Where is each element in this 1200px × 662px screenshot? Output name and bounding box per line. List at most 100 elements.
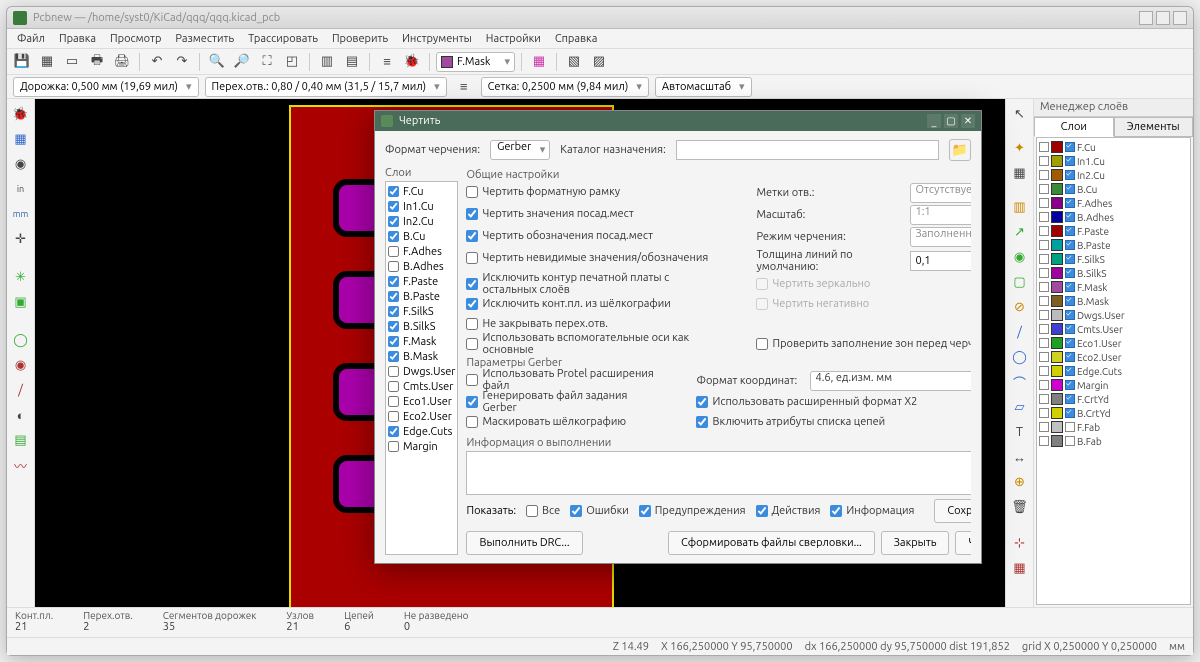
- layer-row[interactable]: Edge.Cuts: [1039, 364, 1188, 378]
- output-dir-input[interactable]: [676, 140, 939, 160]
- layer-row[interactable]: F.Fab: [1039, 420, 1188, 434]
- plot-layer-item[interactable]: B.Adhes: [388, 259, 455, 274]
- drc-icon[interactable]: 🐞: [401, 51, 423, 73]
- polar-icon[interactable]: ◉: [10, 153, 32, 175]
- zoom-in-icon[interactable]: 🔍: [206, 51, 228, 73]
- add-text-icon[interactable]: T: [1009, 421, 1031, 443]
- layer-row[interactable]: Eco2.User: [1039, 350, 1188, 364]
- menu-inspect[interactable]: Проверить: [326, 31, 394, 47]
- layer-row[interactable]: In1.Cu: [1039, 154, 1188, 168]
- chk-refs[interactable]: [466, 230, 478, 242]
- footprint-editor-icon[interactable]: ▥: [316, 51, 338, 73]
- chk-netlist[interactable]: [696, 416, 708, 428]
- plot-format-dropdown[interactable]: Gerber: [490, 140, 550, 160]
- board-setup-icon[interactable]: ▦: [36, 51, 58, 73]
- plot-layer-item[interactable]: F.Paste: [388, 274, 455, 289]
- plot-button[interactable]: Чертить: [955, 531, 971, 555]
- layer-row[interactable]: B.CrtYd: [1039, 406, 1188, 420]
- menu-file[interactable]: Файл: [11, 31, 51, 47]
- sheet-icon[interactable]: ▭: [61, 51, 83, 73]
- generate-drill-button[interactable]: Сформировать файлы сверловки...: [668, 531, 875, 555]
- chk-values[interactable]: [466, 208, 478, 220]
- local-ratsnest-icon[interactable]: ▦: [1009, 162, 1031, 184]
- highlight-net-icon[interactable]: ✦: [1009, 137, 1031, 159]
- plot-layer-item[interactable]: In2.Cu: [388, 214, 455, 229]
- pad-display-icon[interactable]: ◯: [10, 329, 32, 351]
- plot-layer-item[interactable]: B.Mask: [388, 349, 455, 364]
- close-button[interactable]: [1173, 11, 1187, 25]
- layer-list[interactable]: F.CuIn1.CuIn2.CuB.CuF.AdhesB.AdhesF.Past…: [1036, 137, 1191, 605]
- add-keepout-icon[interactable]: ⊘: [1009, 296, 1031, 318]
- layer-row[interactable]: B.SilkS: [1039, 266, 1188, 280]
- fill-zones-icon[interactable]: ▣: [10, 291, 32, 313]
- plot-layer-item[interactable]: B.Paste: [388, 289, 455, 304]
- chk-show-all[interactable]: [526, 505, 538, 517]
- layer-row[interactable]: F.SilkS: [1039, 252, 1188, 266]
- contrast-icon[interactable]: ◐: [10, 404, 32, 426]
- run-drc-button[interactable]: Выполнить DRC...: [466, 531, 582, 555]
- microwave-icon[interactable]: 〰: [10, 454, 32, 476]
- grid-dropdown[interactable]: Сетка: 0,2500 мм (9,84 мил)▾: [481, 77, 649, 97]
- menu-view[interactable]: Просмотр: [104, 31, 167, 47]
- plot-layer-item[interactable]: B.SilkS: [388, 319, 455, 334]
- save-icon[interactable]: 💾: [11, 51, 33, 73]
- plot-layer-item[interactable]: Cmts.User: [388, 379, 455, 394]
- drc-icon-left[interactable]: 🐞: [10, 103, 32, 125]
- layer-row[interactable]: Eco1.User: [1039, 336, 1188, 350]
- chk-no-tent[interactable]: [466, 318, 478, 330]
- plot-layer-item[interactable]: Margin: [388, 439, 455, 454]
- menu-edit[interactable]: Правка: [53, 31, 102, 47]
- route-track-icon[interactable]: ↗: [1009, 221, 1031, 243]
- units-mm-icon[interactable]: mm: [10, 203, 32, 225]
- draw-poly-icon[interactable]: ▱: [1009, 396, 1031, 418]
- grid-origin-icon[interactable]: ▦: [1009, 557, 1031, 579]
- plot-layer-item[interactable]: B.Cu: [388, 229, 455, 244]
- plot-layer-item[interactable]: Edge.Cuts: [388, 424, 455, 439]
- layer-row[interactable]: B.Paste: [1039, 238, 1188, 252]
- zoom-out-icon[interactable]: 🔎: [231, 51, 253, 73]
- chk-show-warnings[interactable]: [639, 505, 651, 517]
- maximize-button[interactable]: [1156, 11, 1170, 25]
- menu-help[interactable]: Справка: [549, 31, 604, 47]
- zoom-fit-icon[interactable]: ⛶: [256, 51, 278, 73]
- track-width-dropdown[interactable]: Дорожка: 0,500 мм (19,69 мил)▾: [13, 77, 199, 97]
- chk-x2[interactable]: [696, 396, 708, 408]
- chk-use-aux[interactable]: [466, 338, 478, 350]
- place-origin-icon[interactable]: ⊹: [1009, 532, 1031, 554]
- chk-show-errors[interactable]: [570, 505, 582, 517]
- netlist-icon[interactable]: ≡: [376, 51, 398, 73]
- layer-row[interactable]: F.Paste: [1039, 224, 1188, 238]
- add-dimension-icon[interactable]: ↔: [1009, 446, 1031, 468]
- drill-marks-dropdown[interactable]: Отсутствует: [910, 183, 971, 203]
- chk-tent-silk[interactable]: [466, 416, 478, 428]
- plot-layer-item[interactable]: Dwgs.User: [388, 364, 455, 379]
- chk-exclude-edge[interactable]: [466, 278, 478, 290]
- browse-button[interactable]: 📁: [949, 139, 971, 161]
- zoom-dropdown[interactable]: Автомасштаб▾: [655, 77, 752, 97]
- chk-exclude-silk-pads[interactable]: [466, 298, 478, 310]
- plot-layers-list[interactable]: F.CuIn1.CuIn2.CuB.CuF.AdhesB.AdhesF.Past…: [385, 181, 458, 555]
- coord-format-dropdown[interactable]: 4.6, ед.изм. мм: [810, 371, 971, 391]
- 3d-viewer-icon[interactable]: ▧: [563, 51, 585, 73]
- layer-row[interactable]: Cmts.User: [1039, 322, 1188, 336]
- pair-icon[interactable]: ≡: [453, 76, 475, 98]
- via-display-icon[interactable]: ◉: [10, 354, 32, 376]
- layers-mgr-icon[interactable]: ▤: [10, 429, 32, 451]
- cursor-shape-icon[interactable]: ✛: [10, 228, 32, 250]
- chk-frame[interactable]: [466, 186, 478, 198]
- dialog-minimize-button[interactable]: _: [927, 114, 941, 128]
- menu-preferences[interactable]: Настройки: [480, 31, 547, 47]
- scripting-icon[interactable]: ▦: [528, 51, 550, 73]
- grid-visible-icon[interactable]: ▦: [10, 128, 32, 150]
- layer-dropdown[interactable]: F.Mask ▾: [436, 52, 515, 72]
- plot-layer-item[interactable]: Eco2.User: [388, 409, 455, 424]
- add-footprint-icon[interactable]: ▥: [1009, 196, 1031, 218]
- footprint-viewer-icon[interactable]: ▤: [341, 51, 363, 73]
- draw-circle-icon[interactable]: ◯: [1009, 346, 1031, 368]
- chk-show-info[interactable]: [830, 505, 842, 517]
- dialog-close-button[interactable]: ✕: [961, 114, 975, 128]
- color-icon[interactable]: ▨: [588, 51, 610, 73]
- plot-layer-item[interactable]: F.Cu: [388, 184, 455, 199]
- layer-row[interactable]: Margin: [1039, 378, 1188, 392]
- layer-row[interactable]: B.Mask: [1039, 294, 1188, 308]
